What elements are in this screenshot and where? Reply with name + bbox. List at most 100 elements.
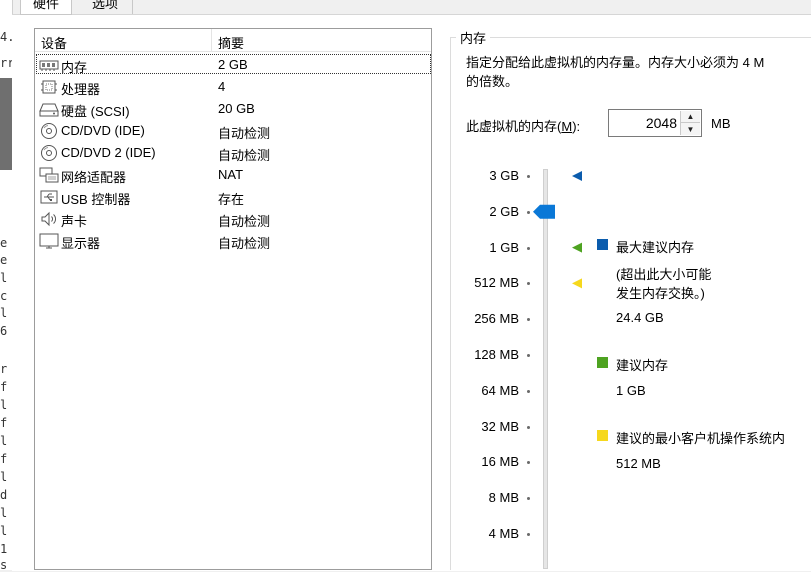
memory-size-label: 此虚拟机的内存(M): — [466, 116, 580, 135]
device-name: CD/DVD 2 (IDE) — [61, 145, 156, 160]
device-row-hard-disk[interactable]: 硬盘 (SCSI) 20 GB — [36, 98, 432, 120]
memory-icon — [39, 60, 59, 71]
label-prefix: 此虚拟机的内存( — [466, 119, 562, 134]
device-row-cd-dvd-2[interactable]: CD/DVD 2 (IDE) 自动检测 — [36, 142, 432, 164]
min-guest-label: 建议的最小客户机操作系统内 — [616, 431, 786, 446]
strip-gray-block — [0, 78, 12, 170]
strip-char: l — [0, 470, 8, 484]
strip-char: f — [0, 416, 8, 430]
device-row-processor[interactable]: 处理器 4 — [36, 76, 432, 98]
strip-char: l — [0, 271, 8, 285]
device-summary: 自动检测 — [218, 126, 271, 141]
scale-tick-label: 32 MB — [481, 418, 519, 434]
device-row-sound-card[interactable]: 声卡 自动检测 — [36, 208, 432, 230]
cpu-icon — [41, 80, 57, 94]
device-name: 处理器 — [61, 82, 101, 97]
device-row-display[interactable]: 显示器 自动检测 — [36, 230, 432, 252]
tab-hardware[interactable]: 硬件 — [20, 0, 72, 15]
scale-tick-label: 128 MB — [474, 347, 519, 362]
max-recommended-swatch — [597, 239, 608, 250]
max-recommended-note: 发生内存交换。) — [616, 286, 705, 301]
strip-char: 1 — [0, 542, 8, 556]
strip-char: l — [0, 434, 8, 448]
speaker-icon — [41, 211, 56, 227]
device-name: 硬盘 (SCSI) — [61, 104, 130, 119]
strip-char: c — [0, 289, 8, 303]
memory-description: 指定分配给此虚拟机的内存量。内存大小必须为 4 M 的倍数。 — [466, 53, 811, 91]
min-guest-value: 512 MB — [616, 456, 661, 471]
spin-down-icon[interactable]: ▼ — [680, 123, 700, 135]
column-header-device[interactable]: 设备 — [41, 33, 67, 52]
tab-options[interactable]: 选项 — [78, 0, 133, 14]
scale-tick-label: 3 GB — [489, 168, 519, 183]
scale-tick-label: 1 GB — [489, 239, 519, 255]
device-row-cd-dvd[interactable]: CD/DVD (IDE) 自动检测 — [36, 120, 432, 142]
max-recommended-label: 最大建议内存 — [616, 240, 695, 255]
scale-tick-label: 16 MB — [481, 454, 519, 470]
max-recommended-value: 24.4 GB — [616, 310, 664, 325]
device-summary: 自动检测 — [218, 148, 271, 163]
device-name: USB 控制器 — [61, 192, 131, 207]
scale-tick-label: 256 MB — [474, 311, 519, 327]
label-mnemonic: M — [561, 119, 573, 134]
scale-tick-label: 2 GB — [489, 203, 519, 219]
strip-char: l — [0, 306, 8, 320]
network-adapter-icon — [39, 167, 59, 183]
device-summary: 4 — [218, 79, 226, 94]
device-row-memory[interactable]: 内存 2 GB — [36, 54, 432, 76]
scale-tick-dot — [527, 425, 530, 429]
strip-char: f — [0, 452, 8, 466]
strip-char: l — [0, 524, 8, 538]
scale-tick-label: 4 MB — [488, 526, 519, 541]
memory-size-spinbox[interactable]: 2048 ▲ ▼ — [608, 109, 702, 137]
device-name: 内存 — [61, 60, 88, 75]
label-suffix: ): — [572, 119, 581, 134]
usb-icon — [40, 190, 58, 204]
device-summary: 自动检测 — [218, 236, 271, 251]
scale-tick-dot — [527, 533, 530, 536]
memory-marker-triangle — [572, 278, 582, 289]
cd-dvd-icon — [41, 145, 57, 161]
device-list-header: 设备 摘要 — [35, 29, 431, 52]
strip-char: f — [0, 380, 8, 394]
device-row-network-adapter[interactable]: 网络适配器 NAT — [36, 164, 432, 186]
device-name: 显示器 — [61, 236, 101, 251]
scale-tick-dot — [527, 354, 530, 357]
spin-buttons: ▲ ▼ — [680, 111, 700, 135]
recommended-swatch — [597, 357, 608, 368]
hard-disk-icon — [39, 103, 59, 117]
recommended-value: 1 GB — [616, 383, 646, 398]
memory-marker-triangle — [572, 171, 582, 181]
min-guest-swatch — [597, 430, 608, 441]
cd-dvd-icon — [41, 123, 57, 139]
column-header-summary[interactable]: 摘要 — [218, 33, 244, 52]
memory-group-title: 内存 — [456, 28, 491, 47]
memory-description-line: 指定分配给此虚拟机的内存量。内存大小必须为 4 M — [466, 55, 765, 70]
strip-char: e — [0, 236, 8, 250]
device-row-usb-controller[interactable]: USB 控制器 存在 — [36, 186, 432, 208]
device-summary: 2 GB — [218, 57, 248, 72]
scale-tick-dot — [527, 389, 530, 393]
strip-char: 6 — [0, 324, 8, 338]
device-summary: 存在 — [218, 192, 245, 207]
device-name: 声卡 — [61, 214, 88, 229]
device-list[interactable]: 设备 摘要 内存 2 GB 处理器 4 硬盘 (SCSI) 20 GB CD/D… — [34, 28, 432, 570]
device-name: CD/DVD (IDE) — [61, 123, 145, 138]
memory-markers — [533, 171, 582, 289]
device-summary: 20 GB — [218, 101, 255, 116]
device-summary: NAT — [218, 167, 244, 182]
column-separator[interactable] — [211, 29, 212, 51]
memory-slider-thumb[interactable] — [533, 204, 555, 219]
group-box-border — [450, 37, 811, 38]
strip-char: r — [0, 362, 8, 376]
memory-unit-label: MB — [711, 116, 731, 131]
spin-up-icon[interactable]: ▲ — [680, 111, 700, 123]
monitor-icon — [39, 233, 59, 249]
scale-tick-label: 8 MB — [488, 490, 519, 506]
max-recommended-note: (超出此大小可能 — [616, 267, 712, 282]
memory-description-line: 的倍数。 — [466, 74, 519, 89]
recommended-label: 建议内存 — [616, 358, 669, 373]
device-summary: 自动检测 — [218, 214, 271, 229]
device-name: 网络适配器 — [61, 170, 127, 185]
memory-size-input[interactable]: 2048 — [646, 115, 677, 131]
